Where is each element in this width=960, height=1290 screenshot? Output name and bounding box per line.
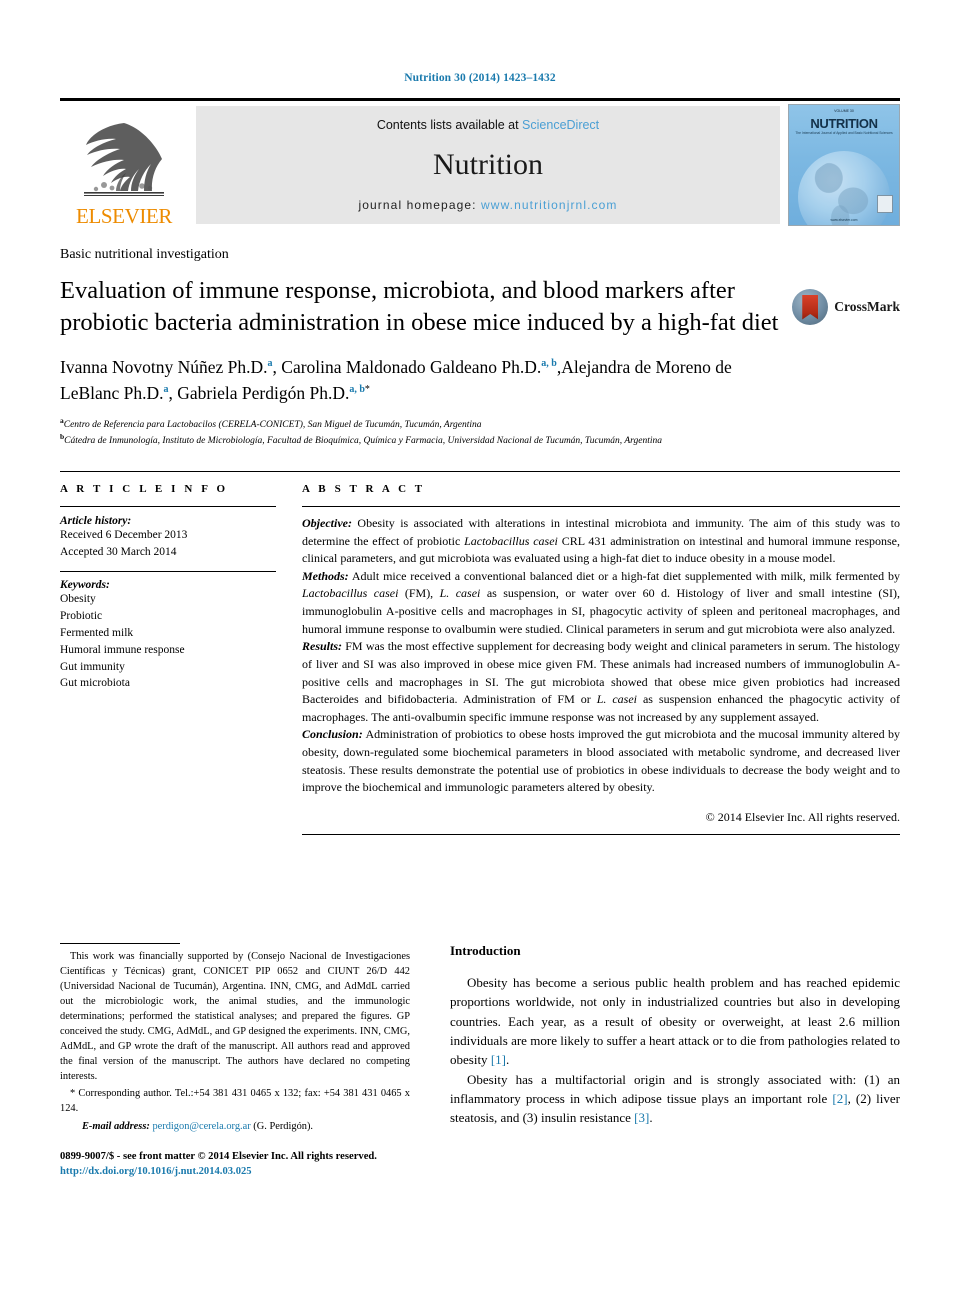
footnote-separator [60, 942, 180, 944]
abstract-bottom-rule [302, 833, 900, 835]
author-affiliation-mark: a, b [541, 358, 557, 370]
article-first-page: Nutrition 30 (2014) 1423–1432 ELSEVIER C… [0, 0, 960, 1290]
abstract-section-label: Methods: [302, 568, 349, 583]
email-suffix: (G. Perdigón). [250, 1120, 314, 1132]
abstract-section-label: Objective: [302, 515, 352, 530]
issn-line: 0899-9007/$ - see front matter © 2014 El… [60, 1150, 377, 1162]
keyword-item: Gut microbiota [60, 677, 130, 690]
crossmark-icon [792, 289, 829, 325]
issn-block: 0899-9007/$ - see front matter © 2014 El… [60, 1149, 410, 1180]
footnote-block: This work was financially supported by (… [60, 950, 410, 1135]
author-name: Ivanna Novotny Núñez Ph.D. [60, 357, 268, 378]
journal-homepage-link[interactable]: www.nutritionjrnl.com [481, 198, 617, 212]
abstract-section: Results: FM was the most effective suppl… [302, 639, 900, 724]
title-block: Evaluation of immune response, microbiot… [60, 275, 900, 339]
abstract-kicker: A B S T R A C T [302, 482, 426, 495]
author-name: Carolina Maldonado Galdeano Ph.D. [281, 357, 542, 378]
abstract-body: Objective: Obesity is associated with al… [302, 507, 900, 797]
journal-title: Nutrition [433, 148, 543, 181]
keyword-item: Humoral immune response [60, 643, 185, 656]
affiliation-list: aCentro de Referencia para Lactobacilos … [60, 416, 830, 449]
sciencedirect-link[interactable]: ScienceDirect [522, 118, 599, 132]
keywords-rule [60, 571, 276, 573]
abstract-section-label: Conclusion: [302, 727, 363, 742]
affiliation-mark: b [60, 432, 65, 442]
keyword-item: Obesity [60, 593, 96, 606]
article-history-accepted: Accepted 30 March 2014 [60, 545, 177, 558]
contents-prefix: Contents lists available at [376, 118, 523, 132]
elsevier-logo: ELSEVIER [60, 101, 188, 229]
doi-link[interactable]: http://dx.doi.org/10.1016/j.nut.2014.03.… [60, 1164, 410, 1180]
article-history-block: Article history: Received 6 December 201… [60, 507, 276, 561]
keyword-item: Fermented milk [60, 627, 134, 640]
species-name: Lactobacillus casei [302, 586, 399, 601]
corresponding-author-mark: * [364, 384, 370, 396]
citation-link[interactable]: [2] [832, 1091, 847, 1106]
keywords-heading: Keywords: [60, 579, 110, 592]
email-footnote: E-mail address: perdigon@cerela.org.ar (… [60, 1120, 410, 1135]
crossmark-label: CrossMark [834, 299, 900, 314]
introduction-paragraph: Obesity has a multifactorial origin and … [450, 1071, 901, 1126]
running-head: Nutrition 30 (2014) 1423–1432 [404, 72, 556, 84]
cover-footer-text: www.elsevier.com [830, 218, 858, 222]
footnotes-column: This work was financially supported by (… [60, 942, 450, 1180]
citation-link[interactable]: [3] [634, 1110, 649, 1125]
cover-journal-title: NUTRITION [810, 116, 878, 131]
crossmark-badge[interactable]: CrossMark [792, 289, 900, 325]
citation-link[interactable]: [1] [491, 1052, 506, 1067]
affiliation-mark: a [60, 415, 64, 425]
abstract-section: Methods: Adult mice received a conventio… [302, 568, 900, 636]
abstract-section: Objective: Obesity is associated with al… [302, 515, 900, 566]
article-info-column: A R T I C L E I N F O Article history: R… [60, 483, 302, 835]
author-name: Gabriela Perdigón Ph.D. [177, 382, 350, 403]
page-title: Evaluation of immune response, microbiot… [60, 277, 779, 337]
globe-icon [798, 151, 890, 225]
journal-masthead: ELSEVIER Contents lists available at Sci… [60, 98, 900, 229]
article-history-received: Received 6 December 2013 [60, 528, 188, 541]
email-label: E-mail address: [82, 1120, 150, 1132]
keyword-item: Gut immunity [60, 660, 125, 673]
elsevier-wordmark: ELSEVIER [76, 204, 172, 228]
info-abstract-region: A R T I C L E I N F O Article history: R… [60, 470, 900, 835]
cover-subtitle: The International Journal of Applied and… [795, 131, 893, 135]
affiliation-item: bCátedra de Inmunología, Instituto de Mi… [60, 432, 662, 447]
homepage-prefix: journal homepage: [358, 198, 482, 212]
email-link[interactable]: perdigon@cerela.org.ar [152, 1121, 250, 1132]
abstract-section: Conclusion: Administration of probiotics… [302, 727, 900, 795]
funding-footnote: This work was financially supported by (… [60, 950, 410, 1082]
journal-homepage-line: journal homepage: www.nutritionjrnl.com [358, 198, 617, 212]
author-affiliation-mark: a [163, 384, 169, 396]
introduction-body: Obesity has become a serious public heal… [450, 973, 900, 1128]
contents-available-line: Contents lists available at ScienceDirec… [377, 118, 599, 132]
bottom-columns: This work was financially supported by (… [60, 942, 900, 1180]
cover-volume-label: VOLUME 30 [834, 109, 854, 113]
cover-publisher-badge-icon [877, 195, 893, 213]
article-section-label: Basic nutritional investigation [60, 247, 229, 262]
author-affiliation-mark: a [267, 358, 273, 370]
author-list: Ivanna Novotny Núñez Ph.D.a, Carolina Ma… [60, 357, 732, 403]
article-info-kicker: A R T I C L E I N F O [60, 482, 229, 495]
species-name: Lactobacillus casei [464, 533, 558, 548]
abstract-section-label: Results: [302, 639, 343, 654]
introduction-heading: Introduction [450, 942, 521, 958]
article-history-heading: Article history: [60, 514, 132, 527]
keywords-block: Keywords: Obesity Probiotic Fermented mi… [60, 579, 276, 692]
keyword-item: Probiotic [60, 610, 103, 623]
author-affiliation-mark: a, b [349, 384, 365, 396]
abstract-column: A B S T R A C T Objective: Obesity is as… [302, 483, 900, 835]
corresponding-author-footnote: * Corresponding author. Tel.:+54 381 431… [60, 1087, 410, 1114]
introduction-column: Introduction Obesity has become a seriou… [450, 943, 900, 1180]
affiliation-item: aCentro de Referencia para Lactobacilos … [60, 415, 482, 430]
species-name: L. casei [439, 586, 481, 601]
introduction-paragraph: Obesity has become a serious public heal… [450, 974, 900, 1068]
journal-banner: Contents lists available at ScienceDirec… [196, 106, 780, 224]
species-name: L. casei [596, 692, 637, 707]
elsevier-tree-icon [84, 123, 164, 196]
abstract-copyright: © 2014 Elsevier Inc. All rights reserved… [705, 809, 900, 824]
journal-cover-thumbnail: VOLUME 30 NUTRITION The International Jo… [788, 104, 900, 226]
